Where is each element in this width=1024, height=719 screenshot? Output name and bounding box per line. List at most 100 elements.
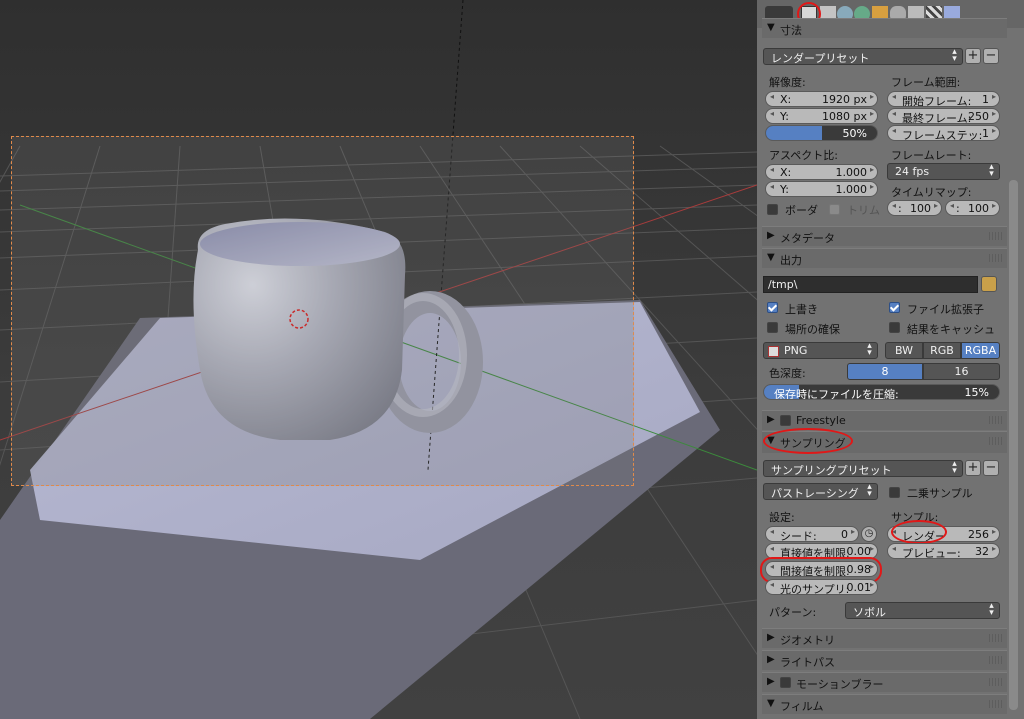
updown-icon: ▴ ▾ xyxy=(867,341,872,358)
aspect-x-field[interactable]: ◂ X: 1.000 ▸ xyxy=(765,164,878,180)
annotation-circle-render-samples xyxy=(891,520,947,544)
file-extensions-label: ファイル拡張子 xyxy=(907,303,984,316)
seed-label: シード: xyxy=(780,530,817,542)
drag-grip-icon[interactable] xyxy=(989,678,1003,686)
add-preset-button[interactable]: + xyxy=(965,48,981,64)
clock-icon[interactable]: ◷ xyxy=(861,526,877,542)
aspect-y-value: 1.000 xyxy=(835,183,868,196)
render-samples-value: 256 xyxy=(968,528,989,541)
resolution-percent-fill xyxy=(766,126,822,140)
expand-arrow-icon: ▼ xyxy=(767,252,775,263)
remap-old-value: 100 xyxy=(910,202,931,215)
section-output[interactable]: ▼ 出力 xyxy=(762,248,1007,268)
cache-result-checkbox[interactable] xyxy=(889,322,900,333)
res-y-label: Y: xyxy=(780,110,789,123)
drag-grip-icon[interactable] xyxy=(989,437,1003,445)
section-geometry-label: ジオメトリ xyxy=(780,634,835,647)
preview-samples-field[interactable]: ◂ プレビュー: 32 ▸ xyxy=(887,543,1000,559)
square-samples-label: 二乗サンプル xyxy=(907,487,973,500)
remove-preset-button[interactable]: − xyxy=(983,48,999,64)
section-film[interactable]: ▼ フィルム xyxy=(762,694,1007,714)
resolution-percent-value: 50% xyxy=(842,127,867,140)
drag-grip-icon[interactable] xyxy=(989,656,1003,664)
preview-samples-label: プレビュー: xyxy=(902,547,961,559)
freestyle-checkbox[interactable] xyxy=(780,415,791,426)
time-remap-new-field[interactable]: ◂: 100 ▸ xyxy=(945,200,1000,216)
start-frame-field[interactable]: ◂ 開始フレーム: 1 ▸ xyxy=(887,91,1000,107)
section-light-paths[interactable]: ▶ ライトパス xyxy=(762,650,1007,670)
time-remap-old-field[interactable]: ◂: 100 ▸ xyxy=(887,200,942,216)
section-light-paths-label: ライトパス xyxy=(780,656,835,669)
frame-rate-label: フレームレート: xyxy=(891,149,972,162)
file-extensions-checkbox[interactable] xyxy=(889,302,900,313)
file-format-value: PNG xyxy=(784,344,808,357)
properties-panel: ▼ 寸法 レンダープリセット ▴ ▾ + − 解像度: ◂ X: 1920 px ▸ … xyxy=(757,0,1024,719)
sampling-preset-dropdown[interactable]: サンプリングプリセット ▴ ▾ xyxy=(763,460,963,477)
light-sampling-field[interactable]: ◂ 光のサンプリ: 0.01 ▸ xyxy=(765,579,878,595)
section-geometry[interactable]: ▶ ジオメトリ xyxy=(762,628,1007,648)
border-checkbox[interactable] xyxy=(767,204,778,215)
section-freestyle[interactable]: ▶ Freestyle xyxy=(762,410,1007,430)
drag-grip-icon[interactable] xyxy=(989,416,1003,424)
res-y-value: 1080 px xyxy=(822,110,867,123)
crop-checkbox[interactable] xyxy=(829,204,840,215)
camera-frame xyxy=(11,136,634,486)
frame-rate-dropdown[interactable]: 24 fps ▴ ▾ xyxy=(887,163,1000,180)
aspect-label: アスペクト比: xyxy=(769,149,838,162)
drag-grip-icon[interactable] xyxy=(989,254,1003,262)
drag-grip-icon[interactable] xyxy=(989,232,1003,240)
drag-grip-icon[interactable] xyxy=(989,634,1003,642)
compression-slider[interactable]: 保存時にファイルを圧縮: 15% xyxy=(763,384,1000,400)
border-label: ボーダ xyxy=(785,204,818,217)
add-sampling-preset-button[interactable]: + xyxy=(965,460,981,476)
updown-icon: ▴ ▾ xyxy=(989,601,994,618)
section-metadata-label: メタデータ xyxy=(780,232,835,245)
light-sampling-label: 光のサンプリ: xyxy=(780,583,850,595)
integrator-dropdown[interactable]: パストレーシング ▴ ▾ xyxy=(763,483,878,500)
overwrite-checkbox[interactable] xyxy=(767,302,778,313)
file-format-dropdown[interactable]: PNG ▴ ▾ xyxy=(763,342,878,359)
output-path-input[interactable]: /tmp\ xyxy=(763,276,978,293)
pattern-dropdown[interactable]: ソボル ▴ ▾ xyxy=(845,602,1000,619)
square-samples-checkbox[interactable] xyxy=(889,487,900,498)
section-dimensions[interactable]: ▼ 寸法 xyxy=(762,18,1007,38)
drag-grip-icon[interactable] xyxy=(989,700,1003,708)
color-mode-bw[interactable]: BW xyxy=(885,342,923,359)
compression-label: 保存時にファイルを圧縮: xyxy=(774,388,899,400)
color-mode-rgba[interactable]: RGBA xyxy=(961,342,1000,359)
motion-blur-checkbox[interactable] xyxy=(780,677,791,688)
section-metadata[interactable]: ▶ メタデータ xyxy=(762,226,1007,246)
color-depth-8[interactable]: 8 xyxy=(847,363,923,380)
folder-browse-icon[interactable] xyxy=(981,276,997,292)
resolution-percent-slider[interactable]: 50% xyxy=(765,125,878,141)
pattern-value: ソボル xyxy=(853,606,886,619)
section-dimensions-label: 寸法 xyxy=(780,24,802,37)
color-depth-16[interactable]: 16 xyxy=(923,363,1000,380)
section-output-label: 出力 xyxy=(780,254,802,267)
3d-viewport[interactable] xyxy=(0,0,757,719)
expand-arrow-icon: ▼ xyxy=(767,22,775,33)
seed-field[interactable]: ◂ シード: 0 ▸ xyxy=(765,526,859,542)
frame-step-field[interactable]: ◂ フレームステッ: 1 ▸ xyxy=(887,125,1000,141)
updown-icon: ▴ ▾ xyxy=(952,47,957,64)
frame-range-label: フレーム範囲: xyxy=(891,76,961,89)
end-frame-field[interactable]: ◂ 最終フレーム: 250 ▸ xyxy=(887,108,1000,124)
remap-new-value: 100 xyxy=(968,202,989,215)
render-preset-dropdown[interactable]: レンダープリセット ▴ ▾ xyxy=(763,48,963,65)
frame-step-value: 1 xyxy=(982,127,989,140)
panel-scrollbar[interactable] xyxy=(1009,180,1018,710)
output-path-value: /tmp\ xyxy=(768,278,798,291)
placeholders-checkbox[interactable] xyxy=(767,322,778,333)
remove-sampling-preset-button[interactable]: − xyxy=(983,460,999,476)
start-frame-label: 開始フレーム: xyxy=(902,95,972,107)
collapse-arrow-icon: ▶ xyxy=(767,654,775,665)
aspect-x-value: 1.000 xyxy=(835,166,868,179)
pattern-label: パターン: xyxy=(769,606,817,619)
resolution-y-field[interactable]: ◂ Y: 1080 px ▸ xyxy=(765,108,878,124)
color-mode-rgb[interactable]: RGB xyxy=(923,342,961,359)
section-motion-blur[interactable]: ▶ モーションブラー xyxy=(762,672,1007,692)
resolution-x-field[interactable]: ◂ X: 1920 px ▸ xyxy=(765,91,878,107)
settings-label: 設定: xyxy=(769,511,795,524)
aspect-y-field[interactable]: ◂ Y: 1.000 ▸ xyxy=(765,181,878,197)
end-frame-label: 最終フレーム: xyxy=(902,112,972,124)
